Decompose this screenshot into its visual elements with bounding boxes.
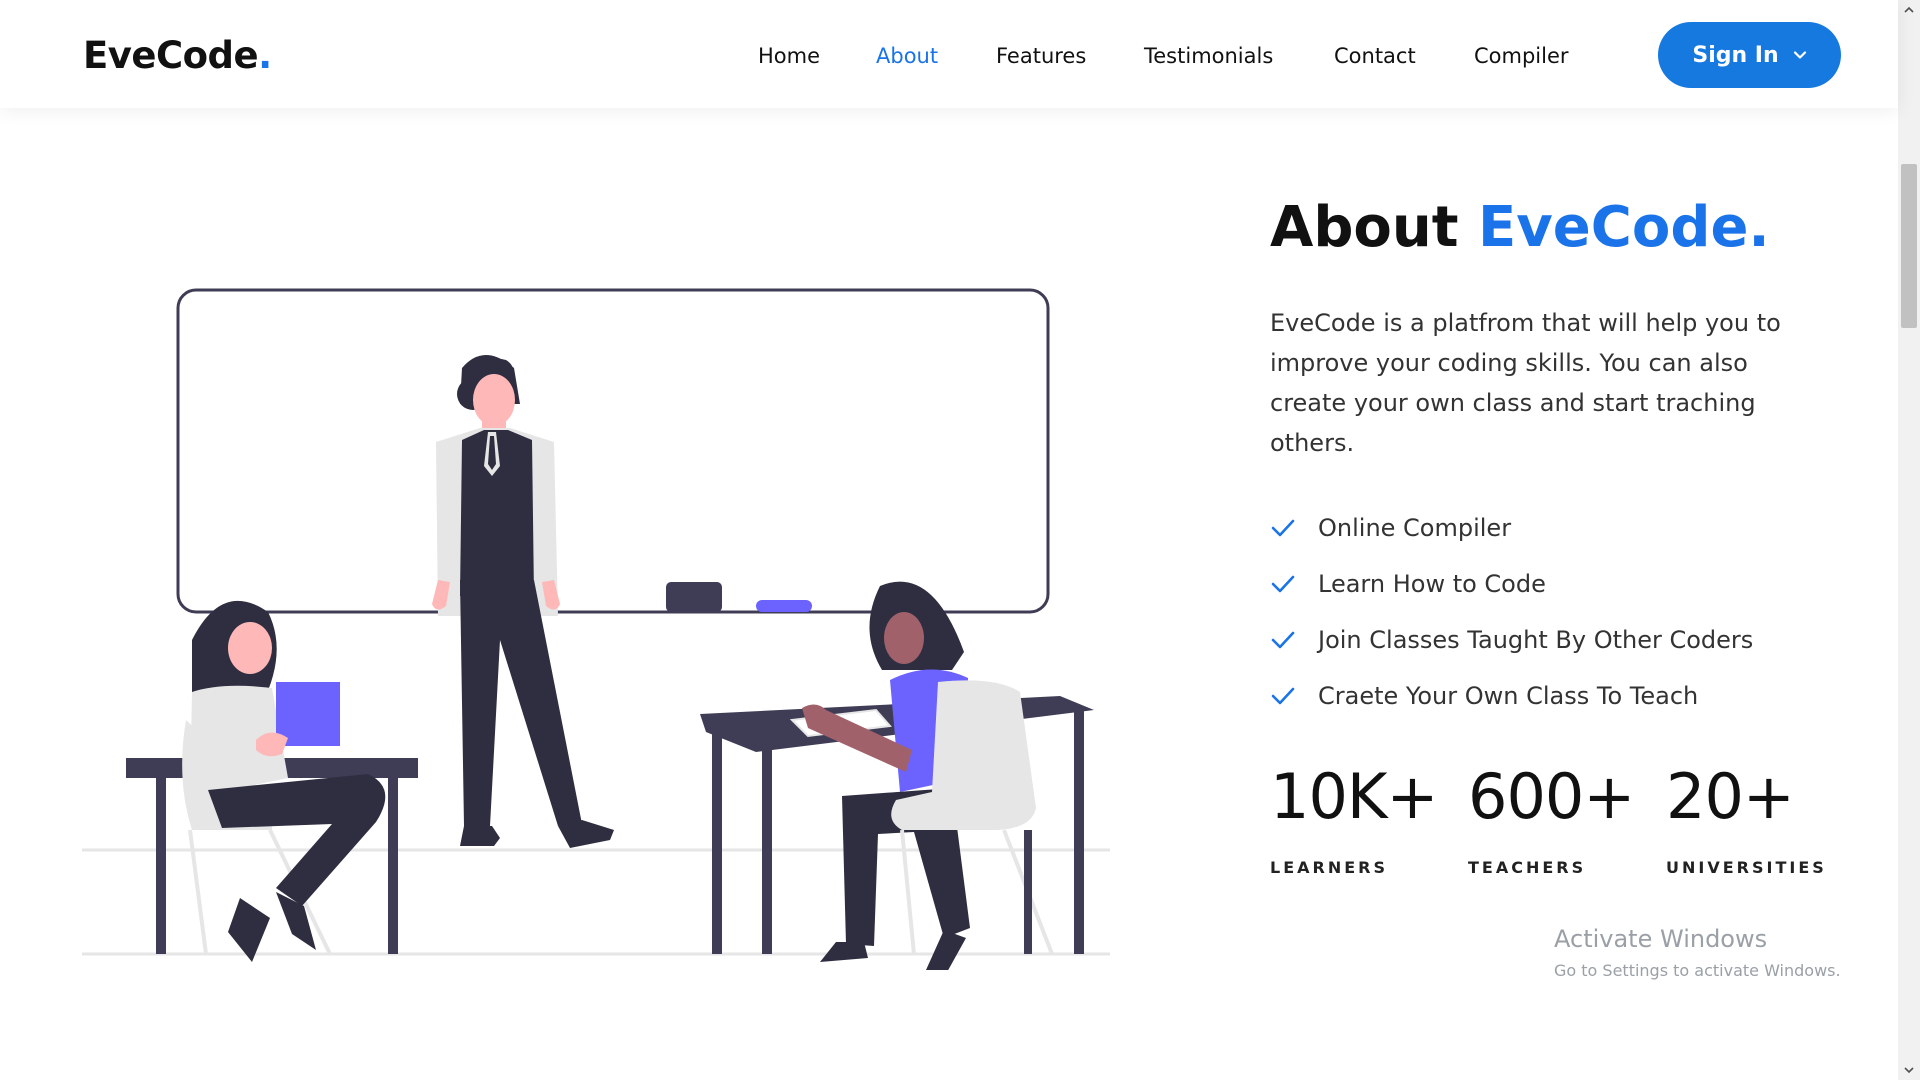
sign-in-button[interactable]: Sign In: [1658, 22, 1841, 88]
checkmark-icon: [1271, 687, 1295, 705]
top-navbar: EveCode. Home About Features Testimonial…: [0, 0, 1898, 108]
scrollbar-thumb[interactable]: [1901, 164, 1917, 328]
stat-universities: 20+ UNIVERSITIES: [1666, 760, 1824, 877]
feature-item: Join Classes Taught By Other Coders: [1270, 612, 1753, 668]
stat-number: 20+: [1666, 760, 1795, 833]
logo[interactable]: EveCode.: [83, 34, 272, 77]
stat-teachers: 600+ TEACHERS: [1468, 760, 1635, 877]
nav-about[interactable]: About: [876, 44, 938, 68]
nav-testimonials[interactable]: Testimonials: [1144, 44, 1273, 68]
activate-windows-watermark: Activate Windows Go to Settings to activ…: [1554, 925, 1841, 980]
chevron-down-icon: [1793, 51, 1806, 59]
stat-label: TEACHERS: [1468, 858, 1587, 877]
student-tablet: [276, 682, 340, 746]
nav-home[interactable]: Home: [758, 44, 820, 68]
stat-label: UNIVERSITIES: [1666, 858, 1827, 877]
checkmark-icon: [1271, 575, 1295, 593]
stat-number: 10K+: [1270, 760, 1438, 833]
scrollbar-track[interactable]: [1898, 0, 1920, 1080]
left-student-figure: [190, 600, 386, 962]
nav-contact[interactable]: Contact: [1334, 44, 1416, 68]
feature-item: Craete Your Own Class To Teach: [1270, 668, 1753, 724]
watermark-subtitle: Go to Settings to activate Windows.: [1554, 961, 1841, 980]
classroom-illustration: [82, 288, 1110, 970]
nav-features[interactable]: Features: [996, 44, 1086, 68]
scroll-down-arrow-icon[interactable]: [1903, 1064, 1915, 1076]
feature-item: Online Compiler: [1270, 500, 1753, 556]
stat-learners: 10K+ LEARNERS: [1270, 760, 1438, 877]
stat-number: 600+: [1468, 760, 1635, 833]
nav-compiler[interactable]: Compiler: [1474, 44, 1569, 68]
watermark-title: Activate Windows: [1554, 925, 1768, 953]
sign-in-label: Sign In: [1692, 42, 1779, 68]
checkmark-icon: [1271, 631, 1295, 649]
feature-item: Learn How to Code: [1270, 556, 1753, 612]
board-eraser: [666, 582, 722, 612]
about-heading: About EveCode.: [1270, 195, 1770, 260]
whiteboard: [176, 288, 1050, 614]
feature-list: Online Compiler Learn How to Code Join C…: [1270, 500, 1753, 724]
board-marker: [756, 600, 812, 612]
about-description: EveCode is a platfrom that will help you…: [1270, 309, 1781, 457]
checkmark-icon: [1271, 519, 1295, 537]
scroll-up-arrow-icon[interactable]: [1903, 4, 1915, 16]
stat-label: LEARNERS: [1270, 858, 1388, 877]
